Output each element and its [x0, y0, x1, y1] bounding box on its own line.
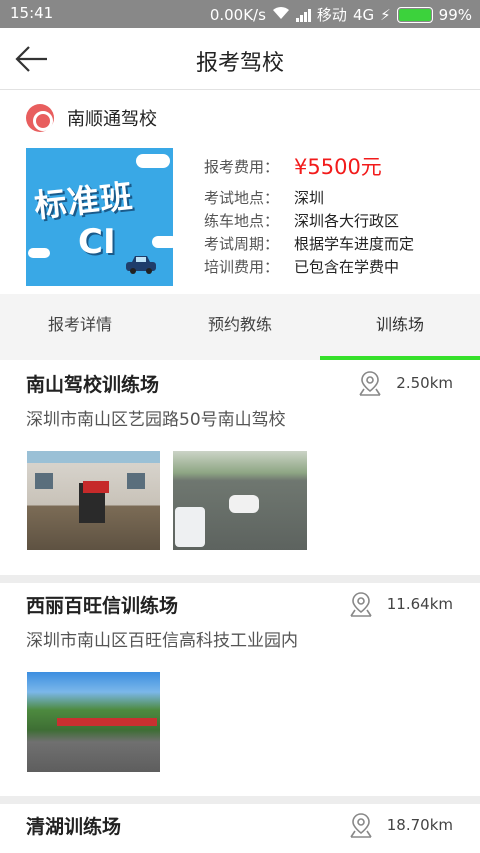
tab-training-ground[interactable]: 训练场 — [320, 294, 480, 360]
status-bar: 15:41 0.00K/s 移动 4G ⚡ 99% — [0, 0, 480, 28]
detail-label: 培训费用： — [204, 258, 280, 276]
venue-distance: 2.50km — [358, 370, 453, 396]
network-type: 4G — [352, 5, 375, 24]
venue-photo[interactable] — [27, 451, 160, 550]
detail-label: 考试周期： — [204, 235, 280, 253]
distance-text: 2.50km — [396, 374, 453, 392]
venue-distance: 18.70km — [349, 812, 453, 838]
detail-value: 根据学车进度而定 — [294, 235, 415, 253]
net-speed: 0.00K/s — [209, 5, 266, 24]
signal-icon — [295, 8, 311, 22]
price-value: ¥5500元 — [294, 155, 382, 179]
detail-row-exam-location: 考试地点： 深圳 — [204, 187, 414, 210]
tab-book-coach[interactable]: 预约教练 — [160, 294, 320, 360]
detail-row-practice-location: 练车地点： 深圳各大行政区 — [204, 210, 414, 233]
battery-level: 99% — [438, 5, 472, 24]
location-pin-icon — [350, 592, 372, 617]
list-item-venue[interactable]: 清湖训练场 18.70km — [0, 804, 480, 853]
school-details: 报考费用： ¥5500元 考试地点： 深圳 练车地点： 深圳各大行政区 考试周期… — [204, 153, 414, 279]
detail-value: 深圳 — [294, 189, 325, 207]
venue-address: 深圳市南山区百旺信高科技工业园内 — [26, 631, 298, 651]
list-item-venue[interactable]: 南山驾校训练场 2.50km 深圳市南山区艺园路50号南山驾校 — [0, 360, 480, 575]
divider — [0, 796, 480, 804]
location-pin-icon — [359, 371, 381, 396]
venue-name: 西丽百旺信训练场 — [26, 595, 179, 617]
battery-icon — [396, 6, 433, 23]
page-title: 报考驾校 — [195, 51, 284, 76]
banner-title: 标准班 — [32, 176, 135, 226]
venue-distance: 11.64km — [349, 591, 453, 617]
app-header: 报考驾校 — [0, 28, 480, 90]
venue-name: 清湖训练场 — [26, 816, 122, 838]
tab-exam-details[interactable]: 报考详情 — [0, 294, 160, 360]
distance-text: 18.70km — [386, 816, 453, 834]
distance-text: 11.64km — [386, 595, 453, 613]
list-item-venue[interactable]: 西丽百旺信训练场 11.64km 深圳市南山区百旺信高科技工业园内 — [0, 583, 480, 796]
detail-row-fee: 报考费用： ¥5500元 — [204, 153, 414, 183]
wifi-icon — [272, 6, 290, 24]
car-icon — [126, 256, 156, 274]
venue-photo[interactable] — [27, 672, 160, 772]
detail-row-exam-period: 考试周期： 根据学车进度而定 — [204, 233, 414, 256]
status-icons: 0.00K/s 移动 4G ⚡ 99% — [210, 4, 472, 25]
venue-photo[interactable] — [173, 451, 307, 550]
course-banner-image: 标准班 CI — [26, 148, 173, 286]
detail-label: 报考费用： — [204, 158, 280, 176]
detail-value: 深圳各大行政区 — [294, 212, 400, 230]
school-header: 南顺通驾校 — [26, 104, 157, 132]
school-name: 南顺通驾校 — [67, 109, 157, 130]
charging-icon: ⚡ — [380, 5, 391, 24]
detail-row-training-fee: 培训费用： 已包含在学费中 — [204, 256, 414, 279]
venue-name: 南山驾校训练场 — [26, 374, 160, 396]
detail-label: 考试地点： — [204, 189, 280, 207]
venue-address: 深圳市南山区艺园路50号南山驾校 — [26, 410, 286, 430]
location-pin-icon — [350, 813, 372, 838]
status-time: 15:41 — [10, 4, 54, 22]
banner-class: CI — [78, 222, 116, 262]
school-logo-icon — [26, 104, 54, 132]
carrier: 移动 — [316, 6, 347, 24]
divider — [0, 575, 480, 583]
detail-label: 练车地点： — [204, 212, 280, 230]
tab-bar: 报考详情 预约教练 训练场 — [0, 294, 480, 360]
detail-value: 已包含在学费中 — [294, 258, 400, 276]
